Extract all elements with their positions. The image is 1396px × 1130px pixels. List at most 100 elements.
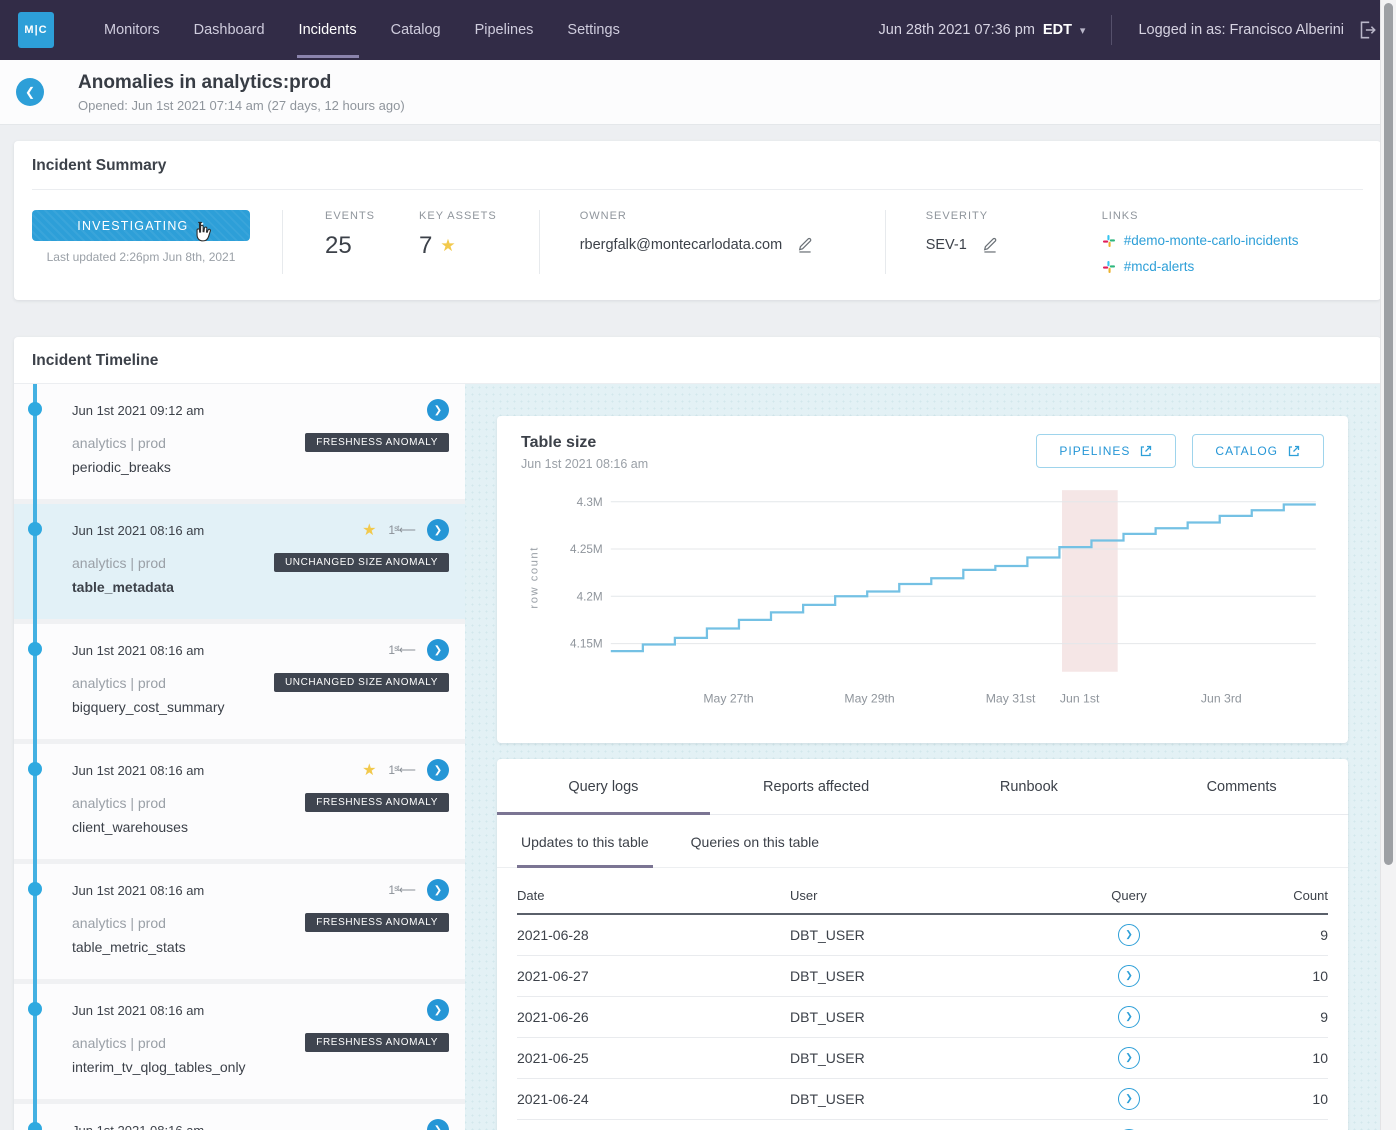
query-row-date: 2021-06-25 <box>517 1050 790 1066</box>
tab-query-logs[interactable]: Query logs <box>497 759 710 815</box>
nav-item-dashboard[interactable]: Dashboard <box>192 2 267 58</box>
anomaly-type-badge: FRESHNESS ANOMALY <box>305 913 449 932</box>
logout-icon[interactable] <box>1356 19 1378 41</box>
subtab-updates-to-this-table[interactable]: Updates to this table <box>517 815 653 868</box>
timeline-item-date: Jun 1st 2021 08:16 am <box>72 763 362 778</box>
monte-carlo-logo[interactable]: M|C <box>18 12 54 48</box>
back-button[interactable]: ❮ <box>16 78 44 106</box>
timeline-item[interactable]: Jun 1st 2021 08:16 am ★ 1ˢᵗ⟵ ❯ analytics… <box>14 504 465 619</box>
subtab-queries-on-this-table[interactable]: Queries on this table <box>687 815 823 868</box>
chevron-down-icon: ▾ <box>198 220 204 231</box>
query-table-row: 2021-06-25 DBT_USER ❯ 10 <box>517 1038 1328 1079</box>
timeline-item-dataset: analytics | prod <box>72 795 305 811</box>
timeline-item[interactable]: Jun 1st 2021 08:16 am ★ 1ˢᵗ⟵ ❯ analytics… <box>14 864 465 979</box>
timeline-item-date: Jun 1st 2021 08:16 am <box>72 643 388 658</box>
slack-icon <box>1102 234 1116 248</box>
scrollbar-thumb[interactable] <box>1384 3 1393 865</box>
tab-reports-affected[interactable]: Reports affected <box>710 759 923 815</box>
slack-channel-link[interactable]: #mcd-alerts <box>1102 259 1299 274</box>
severity-label: SEVERITY <box>926 210 1026 222</box>
timeline-item[interactable]: Jun 1st 2021 09:12 am ★ 1ˢᵗ⟵ ❯ analytics… <box>14 384 465 499</box>
query-table-row: 2021-06-24 DBT_USER ❯ 10 <box>517 1079 1328 1120</box>
open-event-button[interactable]: ❯ <box>427 639 449 661</box>
query-row-count: 9 <box>1228 1009 1328 1025</box>
anomaly-type-badge: FRESHNESS ANOMALY <box>305 433 449 452</box>
first-occurrence-icon: 1ˢᵗ⟵ <box>388 883 415 897</box>
pipelines-button[interactable]: PIPELINES <box>1036 434 1176 468</box>
star-icon: ★ <box>362 760 376 780</box>
open-event-button[interactable]: ❯ <box>427 999 449 1021</box>
timeline-item-dataset: analytics | prod <box>72 435 305 451</box>
open-event-button[interactable]: ❯ <box>427 519 449 541</box>
svg-text:4.25M: 4.25M <box>570 543 603 556</box>
timeline-item[interactable]: Jun 1st 2021 08:16 am ★ 1ˢᵗ⟵ ❯ analytics… <box>14 744 465 859</box>
timeline-item[interactable]: Jun 1st 2021 08:16 am ★ 1ˢᵗ⟵ ❯ analytics… <box>14 984 465 1099</box>
nav-item-settings[interactable]: Settings <box>565 2 621 58</box>
query-row-date: 2021-06-28 <box>517 927 790 943</box>
nav-item-monitors[interactable]: Monitors <box>102 2 162 58</box>
svg-text:Jun 1st: Jun 1st <box>1060 691 1100 705</box>
timeline-dot-icon <box>28 1122 42 1130</box>
star-icon: ★ <box>362 520 376 540</box>
open-event-button[interactable]: ❯ <box>427 759 449 781</box>
page-header: ❮ Anomalies in analytics:prod Opened: Ju… <box>0 60 1396 125</box>
events-value: 25 <box>325 232 375 260</box>
catalog-button[interactable]: CATALOG <box>1192 434 1324 468</box>
svg-text:May 31st: May 31st <box>986 691 1036 705</box>
query-row-user: DBT_USER <box>790 968 1030 984</box>
timeline-item-table: table_metadata <box>72 579 449 595</box>
view-query-button[interactable]: ❯ <box>1118 924 1140 946</box>
logged-in-label: Logged in as: Francisco Alberini <box>1138 22 1344 38</box>
timeline-item-table: table_metric_stats <box>72 939 449 955</box>
svg-text:4.2M: 4.2M <box>577 590 603 603</box>
view-query-button[interactable]: ❯ <box>1118 965 1140 987</box>
open-event-button[interactable]: ❯ <box>427 399 449 421</box>
external-link-icon <box>1287 444 1301 458</box>
view-query-button[interactable]: ❯ <box>1118 1047 1140 1069</box>
timeline-dot-icon <box>28 1002 42 1016</box>
nav-timezone: EDT <box>1043 22 1072 38</box>
query-table-row: 2021-06-28 DBT_USER ❯ 9 <box>517 915 1328 956</box>
nav-item-catalog[interactable]: Catalog <box>389 2 443 58</box>
view-query-button[interactable]: ❯ <box>1118 1006 1140 1028</box>
timeline-item-dataset: analytics | prod <box>72 1035 305 1051</box>
query-row-date: 2021-06-26 <box>517 1009 790 1025</box>
query-row-count: 10 <box>1228 968 1328 984</box>
anomaly-type-badge: FRESHNESS ANOMALY <box>305 793 449 812</box>
query-row-date: 2021-06-27 <box>517 968 790 984</box>
details-card: Query logsReports affectedRunbookComment… <box>497 759 1348 1130</box>
nav-item-pipelines[interactable]: Pipelines <box>473 2 536 58</box>
query-row-user: DBT_USER <box>790 1050 1030 1066</box>
nav-menu: Monitors Dashboard Incidents Catalog Pipelin… <box>102 2 622 58</box>
nav-datetime: Jun 28th 2021 07:36 pm <box>879 22 1035 38</box>
timeline-item[interactable]: Jun 1st 2021 08:16 am ★ 1ˢᵗ⟵ ❯ analytics… <box>14 624 465 739</box>
view-query-button[interactable]: ❯ <box>1118 1088 1140 1110</box>
query-row-user: DBT_USER <box>790 1009 1030 1025</box>
edit-owner-icon[interactable] <box>796 236 814 254</box>
open-event-button[interactable]: ❯ <box>427 879 449 901</box>
query-log-subtabs: Updates to this table Queries on this tab… <box>497 815 1348 868</box>
nav-item-incidents[interactable]: Incidents <box>297 2 359 58</box>
timeline-item[interactable]: Jun 1st 2021 08:16 am ★ 1ˢᵗ⟵ ❯ analytics… <box>14 1104 465 1130</box>
nav-divider <box>1111 15 1112 45</box>
vertical-scrollbar[interactable] <box>1380 0 1396 1130</box>
timeline-dot-icon <box>28 402 42 416</box>
timeline-item-table: periodic_breaks <box>72 459 449 475</box>
status-dropdown-button[interactable]: INVESTIGATING ▾ <box>32 210 250 241</box>
slack-channel-link[interactable]: #demo-monte-carlo-incidents <box>1102 233 1299 248</box>
tab-runbook[interactable]: Runbook <box>923 759 1136 815</box>
timeline-dot-icon <box>28 762 42 776</box>
query-row-user: DBT_USER <box>790 927 1030 943</box>
svg-text:4.15M: 4.15M <box>570 638 603 651</box>
page-title: Anomalies in analytics:prod <box>78 72 405 94</box>
timeline-item-table: client_warehouses <box>72 819 449 835</box>
open-event-button[interactable]: ❯ <box>427 1119 449 1130</box>
slack-channel-label: #mcd-alerts <box>1124 259 1195 274</box>
edit-severity-icon[interactable] <box>981 236 999 254</box>
query-row-date: 2021-06-24 <box>517 1091 790 1107</box>
status-label: INVESTIGATING <box>77 219 188 233</box>
tab-comments[interactable]: Comments <box>1135 759 1348 815</box>
datetime-selector[interactable]: Jun 28th 2021 07:36 pm EDT ▾ <box>879 22 1086 38</box>
timeline-list: Jun 1st 2021 09:12 am ★ 1ˢᵗ⟵ ❯ analytics… <box>14 384 465 1130</box>
severity-value: SEV-1 <box>926 237 967 253</box>
